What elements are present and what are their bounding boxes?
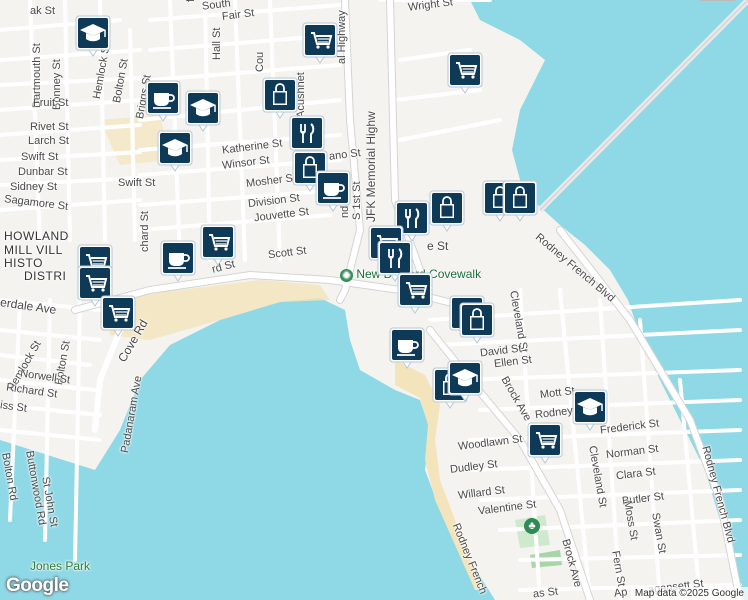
shopping-bag-pin-6[interactable] — [459, 302, 495, 344]
cafe-pin-2[interactable] — [315, 170, 351, 212]
street-label: Swift St — [21, 151, 59, 163]
shopping-bag-pin-1[interactable] — [262, 77, 298, 119]
tree-icon: ♣ — [340, 269, 353, 282]
shopping-cart-icon — [527, 422, 563, 464]
school-pin-5[interactable] — [447, 360, 483, 402]
cafe-pin-1[interactable] — [145, 80, 181, 122]
street-label: Hall St — [211, 27, 223, 60]
shopping-cart-pin-1[interactable] — [302, 22, 338, 64]
street-label: Ap — [613, 586, 629, 600]
street-label: JFK Memorial Highw — [364, 111, 378, 222]
graduation-cap-icon — [185, 90, 221, 132]
shopping-cart-icon — [302, 22, 338, 64]
coffee-cup-icon — [160, 240, 196, 282]
coffee-cup-icon — [315, 170, 351, 212]
street-label: Swift St — [118, 177, 156, 189]
school-pin-4[interactable] — [572, 389, 608, 431]
shopping-bag-pin-5[interactable] — [502, 180, 538, 222]
graduation-cap-icon — [75, 15, 111, 57]
district-label: HISTO — [4, 256, 43, 270]
street-label: Rivet St — [30, 121, 69, 133]
street-label: S 1st St — [351, 181, 363, 220]
district-label: DISTRI — [24, 269, 67, 283]
shopping-cart-icon — [447, 52, 483, 94]
district-label: HOWLAND — [4, 229, 69, 243]
shopping-cart-pin-3[interactable] — [200, 224, 236, 266]
street-label: ak St — [30, 5, 56, 17]
tree-icon[interactable]: ♣ — [524, 518, 540, 534]
map-canvas[interactable]: ak St ff Fair St South Wright St Dartmou… — [0, 0, 748, 600]
restaurant-pin-3[interactable] — [377, 240, 413, 282]
street-label: Cou — [254, 51, 266, 72]
street-label: e St — [427, 239, 449, 253]
shopping-cart-pin-9[interactable] — [527, 422, 563, 464]
shopping-cart-pin-2[interactable] — [447, 52, 483, 94]
school-pin-1[interactable] — [75, 15, 111, 57]
shopping-cart-icon — [200, 224, 236, 266]
graduation-cap-icon — [447, 360, 483, 402]
street-label: al Highway — [336, 10, 348, 64]
coffee-cup-icon — [389, 327, 425, 369]
graduation-cap-icon — [157, 130, 193, 172]
cafe-pin-3[interactable] — [160, 240, 196, 282]
cafe-pin-4[interactable] — [389, 327, 425, 369]
map-attribution[interactable]: Map data ©2025 Google — [630, 587, 748, 600]
street-label: chard St — [139, 211, 151, 252]
school-pin-2[interactable] — [185, 90, 221, 132]
street-label: Sidney St — [10, 181, 58, 193]
shopping-cart-pin-8[interactable] — [397, 272, 433, 314]
shopping-bag-pin-3[interactable] — [429, 190, 465, 232]
street-label: Dunbar St — [18, 166, 68, 178]
park-label: Jones Park — [30, 559, 91, 573]
street-label: Fruit St — [33, 97, 69, 109]
district-label: MILL VILL — [4, 243, 63, 257]
shopping-bag-icon — [459, 302, 495, 344]
shopping-cart-icon — [100, 295, 136, 337]
google-logo: Google — [6, 575, 69, 596]
restaurant-pin-1[interactable] — [289, 115, 325, 157]
street-label: ff — [185, 0, 197, 2]
shopping-bag-icon — [429, 190, 465, 232]
shopping-cart-icon — [397, 272, 433, 314]
graduation-cap-icon — [572, 389, 608, 431]
shopping-cart-pin-6[interactable] — [100, 295, 136, 337]
street-label: Larch St — [28, 135, 69, 147]
school-pin-3[interactable] — [157, 130, 193, 172]
shopping-bag-icon — [262, 77, 298, 119]
shopping-bag-icon — [502, 180, 538, 222]
coffee-cup-icon — [145, 80, 181, 122]
